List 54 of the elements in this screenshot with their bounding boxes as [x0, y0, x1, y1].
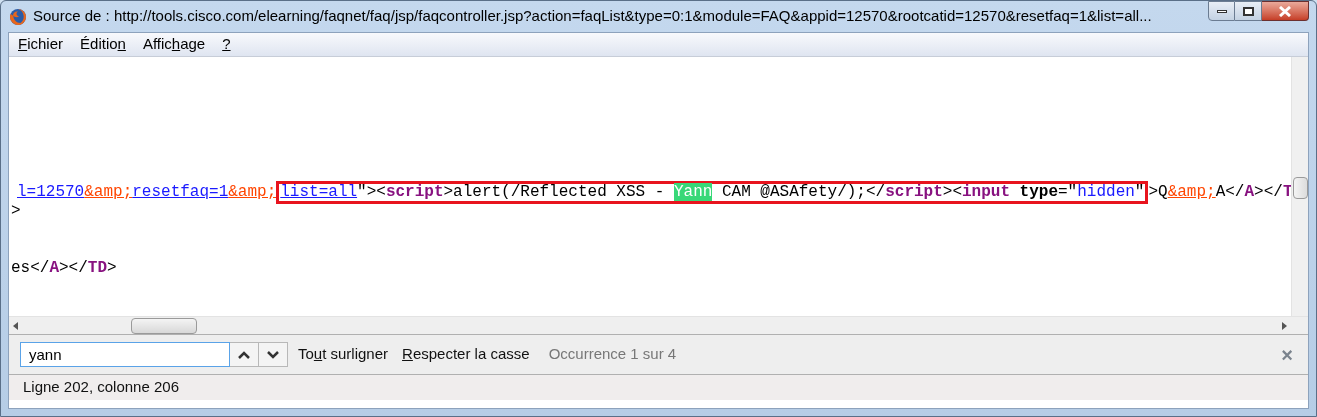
search-match: Yann	[673, 183, 713, 201]
code-token: hidden	[1077, 183, 1135, 201]
menu-item[interactable]: Fichier	[18, 33, 64, 56]
status-text: Ligne 202, colonne 206	[23, 377, 179, 398]
previous-match-button[interactable]	[230, 342, 259, 367]
chevron-down-icon	[267, 350, 279, 359]
code-token: >Q	[1148, 183, 1168, 201]
code-token: script	[385, 183, 444, 201]
scrollbar-thumb[interactable]	[131, 318, 197, 334]
code-token: "	[1134, 183, 1145, 201]
highlight-all-button[interactable]: Tout surligner	[298, 343, 389, 366]
maximize-button[interactable]	[1235, 1, 1262, 21]
code-token: A	[49, 259, 59, 277]
code-token: >	[107, 259, 117, 277]
code-token: &amp;	[1167, 183, 1216, 201]
code-token: ><	[942, 183, 962, 201]
maximize-icon	[1242, 6, 1254, 16]
code-token: input	[962, 183, 1010, 201]
firefox-icon	[9, 7, 27, 26]
code-token[interactable]: l=12570	[17, 183, 85, 201]
menu-item[interactable]: Édition	[80, 33, 126, 56]
menu-item[interactable]: Affichage	[142, 33, 206, 56]
next-match-button[interactable]	[259, 342, 288, 367]
code-token: ="	[1058, 183, 1078, 201]
code-token: CAM @ASAfety/);</	[720, 183, 886, 201]
code-token: >alert(/Reflected XSS -	[443, 183, 666, 201]
code-token: type	[1018, 183, 1058, 201]
code-token: A	[1244, 183, 1255, 201]
code-token: ></	[1254, 183, 1283, 201]
code-token: "><	[357, 183, 386, 201]
close-button[interactable]	[1262, 1, 1309, 21]
code-token: TD	[87, 259, 108, 277]
close-icon	[1278, 5, 1292, 17]
minimize-button[interactable]	[1208, 1, 1235, 21]
minimize-icon	[1216, 9, 1227, 13]
code-token[interactable]: list=all	[280, 183, 358, 201]
scroll-left-icon[interactable]	[13, 322, 18, 330]
window-title: Source de : http://tools.cisco.com/elearning/faqnet/faq/jsp/faqcontroller.jsp?action=faqList&type=0:1&module=FAQ&appid=12570&rootcatid=12570&resetfaq=1&list=all...	[33, 6, 1152, 27]
scroll-right-icon[interactable]	[1282, 322, 1287, 330]
code-token: ></	[59, 259, 88, 277]
match-count: Occurrence 1 sur 4	[548, 344, 677, 365]
find-field[interactable]: yann	[20, 342, 230, 367]
code-token[interactable]: resetfaq=1	[132, 183, 229, 201]
code-token: es</	[11, 259, 50, 277]
code-token: A</	[1215, 183, 1245, 201]
code-token: &amp;	[228, 183, 277, 201]
chevron-up-icon	[238, 350, 250, 359]
vertical-scrollbar[interactable]	[1291, 57, 1308, 316]
code-token: >	[11, 202, 21, 220]
code-token: script	[885, 183, 943, 201]
scrollbar-thumb[interactable]	[1293, 177, 1308, 199]
match-case-button[interactable]: Respecter la casse	[402, 343, 530, 366]
menu-item[interactable]: ?	[222, 33, 231, 56]
code-token: &amp;	[84, 183, 133, 201]
